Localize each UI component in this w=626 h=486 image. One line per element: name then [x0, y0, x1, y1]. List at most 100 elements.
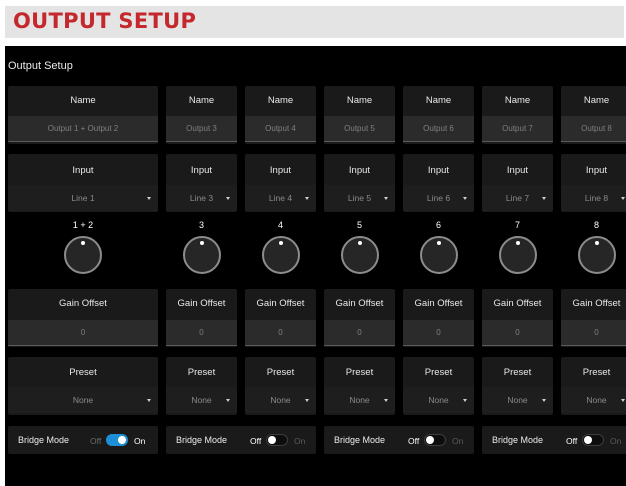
volume-knob[interactable] [499, 236, 537, 274]
channel-column: Name Output 5 Input Line 5 5 Gain Offset 0 Pres… [324, 46, 395, 486]
input-label: Input [585, 165, 608, 176]
gain-offset-label: Gain Offset [572, 298, 621, 309]
input-select[interactable]: Line 8 [561, 185, 626, 211]
input-label: Input [72, 165, 94, 176]
channel-name-field[interactable]: Output 6 [403, 116, 474, 142]
bridge-mode-label: Bridge Mode [18, 435, 70, 445]
gain-offset-label: Gain Offset [414, 298, 463, 309]
preset-select[interactable]: None [8, 387, 158, 413]
preset-block: Preset None [324, 357, 395, 415]
chevron-down-icon [463, 197, 467, 200]
volume-knob[interactable] [262, 236, 300, 274]
volume-knob[interactable] [64, 236, 102, 274]
bridge-mode-row: Bridge Mode Off On [482, 426, 626, 454]
preset-label: Preset [187, 367, 216, 378]
chevron-down-icon [147, 399, 151, 402]
bridge-mode-toggle[interactable] [106, 434, 128, 446]
name-label: Name [188, 95, 215, 106]
channel-column: Name Output 8 Input Line 8 8 Gain Offset 0 Pres… [561, 46, 626, 486]
channel-name-field[interactable]: Output 4 [245, 116, 316, 142]
volume-knob[interactable] [341, 236, 379, 274]
knob-indicator-dot [279, 241, 283, 245]
bridge-mode-row: Bridge Mode Off On [8, 426, 158, 454]
channel-name-field[interactable]: Output 5 [324, 116, 395, 142]
preset-select[interactable]: None [166, 387, 237, 413]
preset-select[interactable]: None [561, 387, 626, 413]
preset-select[interactable]: None [324, 387, 395, 413]
gain-offset-label: Gain Offset [493, 298, 542, 309]
chevron-down-icon [384, 399, 388, 402]
input-label: Input [269, 165, 292, 176]
preset-select-value: None [507, 395, 528, 405]
gain-offset-block: Gain Offset 0 [482, 289, 553, 347]
channel-column: Name Output 6 Input Line 6 6 Gain Offset 0 Pres… [403, 46, 474, 486]
channel-name-field[interactable]: Output 8 [561, 116, 626, 142]
gain-offset-block: Gain Offset 0 [245, 289, 316, 347]
output-setup-screen: Output Setup Name Output 1 + Output 2 Inpu… [5, 46, 626, 486]
channel-column: Name Output 3 Input Line 3 3 Gain Offset 0 Pres… [166, 46, 237, 486]
gain-offset-label: Gain Offset [59, 298, 107, 309]
name-label: Name [267, 95, 294, 106]
toggle-off-label: Off [566, 436, 578, 446]
knob-indicator-dot [595, 241, 599, 245]
input-select[interactable]: Line 7 [482, 185, 553, 211]
input-select[interactable]: Line 6 [403, 185, 474, 211]
preset-block: Preset None [561, 357, 626, 415]
volume-knob[interactable] [578, 236, 616, 274]
input-select-value: Line 4 [268, 193, 293, 203]
preset-block: Preset None [245, 357, 316, 415]
input-block: Input Line 6 [403, 154, 474, 212]
name-label: Name [425, 95, 452, 106]
gain-offset-block: Gain Offset 0 [561, 289, 626, 347]
gain-offset-field[interactable]: 0 [324, 320, 395, 346]
name-block: Name Output 8 [561, 86, 626, 144]
input-select-value: Line 5 [347, 193, 372, 203]
toggle-on-label: On [294, 436, 306, 446]
gain-offset-field[interactable]: 0 [166, 320, 237, 346]
preset-label: Preset [69, 367, 97, 378]
chevron-down-icon [463, 399, 467, 402]
gain-offset-label: Gain Offset [177, 298, 226, 309]
channel-number: 6 [435, 220, 441, 230]
name-block: Name Output 4 [245, 86, 316, 144]
chevron-down-icon [147, 197, 151, 200]
preset-label: Preset [503, 367, 532, 378]
name-block: Name Output 6 [403, 86, 474, 144]
input-select[interactable]: Line 3 [166, 185, 237, 211]
volume-knob[interactable] [183, 236, 221, 274]
channel-name-field[interactable]: Output 1 + Output 2 [8, 116, 158, 142]
gain-offset-field[interactable]: 0 [482, 320, 553, 346]
channel-number: 1 + 2 [72, 220, 94, 230]
input-select[interactable]: Line 5 [324, 185, 395, 211]
input-select[interactable]: Line 1 [8, 185, 158, 211]
bridge-mode-toggle[interactable] [582, 434, 604, 446]
name-block: Name Output 7 [482, 86, 553, 144]
preset-select[interactable]: None [245, 387, 316, 413]
preset-select[interactable]: None [403, 387, 474, 413]
chevron-down-icon [542, 197, 546, 200]
gain-offset-field[interactable]: 0 [561, 320, 626, 346]
channel-number: 8 [593, 220, 599, 230]
bridge-mode-toggle[interactable] [266, 434, 288, 446]
volume-knob[interactable] [420, 236, 458, 274]
chevron-down-icon [226, 197, 230, 200]
name-block: Name Output 3 [166, 86, 237, 144]
gain-offset-field[interactable]: 0 [403, 320, 474, 346]
channel-name-field[interactable]: Output 7 [482, 116, 553, 142]
input-label: Input [427, 165, 450, 176]
bridge-mode-toggle[interactable] [424, 434, 446, 446]
preset-select[interactable]: None [482, 387, 553, 413]
preset-label: Preset [424, 367, 453, 378]
preset-block: Preset None [8, 357, 158, 415]
bridge-mode-label: Bridge Mode [334, 435, 386, 445]
chevron-down-icon [305, 197, 309, 200]
channel-name-field[interactable]: Output 3 [166, 116, 237, 142]
input-block: Input Line 3 [166, 154, 237, 212]
preset-select-value: None [428, 395, 449, 405]
gain-offset-field[interactable]: 0 [245, 320, 316, 346]
channel-number: 7 [514, 220, 520, 230]
gain-offset-field[interactable]: 0 [8, 320, 158, 346]
input-select[interactable]: Line 4 [245, 185, 316, 211]
preset-select-value: None [349, 395, 370, 405]
toggle-thumb [268, 436, 276, 444]
